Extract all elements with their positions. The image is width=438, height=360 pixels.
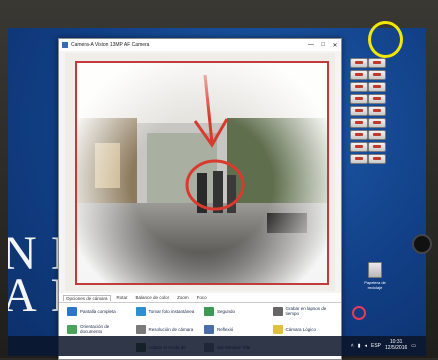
second-label: Segundo xyxy=(217,308,236,314)
minimize-button[interactable]: — xyxy=(305,42,317,49)
image-icon xyxy=(204,306,214,316)
camera-snapshot-icon xyxy=(135,306,146,316)
camera-resolution-icon xyxy=(135,324,146,334)
fullscreen-button[interactable]: Pantalla completa xyxy=(67,303,132,319)
tool-button-4[interactable] xyxy=(368,70,386,80)
window-title: Camera-A Vision 13MP AF Camera xyxy=(71,42,150,48)
tool-button-5[interactable] xyxy=(350,82,368,92)
second-button[interactable]: Segundo xyxy=(204,303,269,319)
tool-button-14[interactable] xyxy=(368,130,386,140)
tool-button-16[interactable] xyxy=(368,142,386,152)
monitor-port xyxy=(412,234,432,254)
fullscreen-icon xyxy=(67,306,77,316)
camera-app-icon xyxy=(62,42,68,48)
snapshot-label: Tomar foto instantánea xyxy=(148,308,195,314)
recycle-bin-icon xyxy=(368,262,382,278)
time-lapse-label: Grabar en lapsos de tiempo xyxy=(285,306,327,316)
fullscreen-label: Pantalla completa xyxy=(80,308,116,314)
tool-button-17[interactable] xyxy=(350,154,368,164)
tool-button-18[interactable] xyxy=(368,154,386,164)
taskbar-clock[interactable]: 10:31 12/5/2016 xyxy=(385,339,408,351)
volume-icon[interactable]: ◂ xyxy=(364,343,367,349)
highlight-circle-annotation xyxy=(368,21,403,58)
tool-button-9[interactable] xyxy=(350,106,368,116)
tab-focus[interactable]: Foco xyxy=(195,295,209,300)
camera-app-window: Camera-A Vision 13MP AF Camera — □ ✕ Opc… xyxy=(58,38,342,360)
chevron-up-icon[interactable]: ˄ xyxy=(351,343,354,349)
tool-button-13[interactable] xyxy=(350,130,368,140)
camera-light-label: Cámara Lógico xyxy=(285,326,317,332)
snapshot-button[interactable]: Tomar foto instantánea xyxy=(135,303,201,319)
window-titlebar[interactable]: Camera-A Vision 13MP AF Camera — □ ✕ xyxy=(59,39,341,51)
recycle-bin[interactable]: Papelera de reciclaje xyxy=(360,262,390,298)
camera-preview[interactable] xyxy=(65,53,335,291)
notifications-icon[interactable]: ▭ xyxy=(411,343,416,349)
tool-button-6[interactable] xyxy=(368,82,386,92)
taskbar: ˄ ▮ ◂ ESP 10:31 12/5/2016 ▭ xyxy=(8,336,426,356)
close-button[interactable]: ✕ xyxy=(329,42,341,49)
system-tray: ˄ ▮ ◂ ESP 10:31 12/5/2016 ▭ xyxy=(351,339,416,351)
preview-vignette xyxy=(77,63,327,283)
camera-light-button[interactable]: Cámara Lógico xyxy=(272,321,338,337)
tool-button-10[interactable] xyxy=(368,106,386,116)
tool-button-15[interactable] xyxy=(350,142,368,152)
tool-button-2[interactable] xyxy=(368,58,386,68)
tool-button-12[interactable] xyxy=(368,118,386,128)
reflection-button[interactable]: Reflexió xyxy=(204,321,269,337)
tool-button-11[interactable] xyxy=(350,118,368,128)
tab-zoom[interactable]: Zoom xyxy=(175,295,191,300)
camera-frame-border xyxy=(75,61,329,285)
reflection-label: Reflexió xyxy=(217,326,234,332)
maximize-button[interactable]: □ xyxy=(317,42,329,49)
time-lapse-button[interactable]: Grabar en lapsos de tiempo xyxy=(272,303,338,319)
camera-resolution-label: Resolución de cámara xyxy=(148,326,194,332)
tab-camera-options[interactable]: Opciones de cámara xyxy=(63,294,111,301)
lightbulb-icon xyxy=(272,324,283,334)
taskbar-date: 12/5/2016 xyxy=(385,344,408,351)
tool-button-7[interactable] xyxy=(350,94,368,104)
ribbon-tabs: Opciones de cámara Rotar Balance de colo… xyxy=(59,293,341,303)
tool-button-8[interactable] xyxy=(368,94,386,104)
reflection-icon xyxy=(204,324,214,334)
network-icon[interactable]: ▮ xyxy=(358,343,361,349)
camera-resolution-button[interactable]: Resolución de cámara xyxy=(135,321,201,337)
document-orientation-label: Orientación de documento xyxy=(80,324,110,334)
tool-button-3[interactable] xyxy=(350,70,368,80)
document-orientation-icon xyxy=(67,324,77,334)
tool-button-1[interactable] xyxy=(350,58,368,68)
recycle-bin-label: Papelera de reciclaje xyxy=(364,280,386,290)
tab-rotate[interactable]: Rotar xyxy=(115,295,130,300)
video-record-icon xyxy=(272,306,283,316)
document-orientation-button[interactable]: Orientación de documento xyxy=(67,321,132,337)
tab-color-balance[interactable]: Balance de color xyxy=(134,295,172,300)
pen-annotation-dot xyxy=(352,306,366,320)
keyboard-language[interactable]: ESP xyxy=(371,343,381,349)
